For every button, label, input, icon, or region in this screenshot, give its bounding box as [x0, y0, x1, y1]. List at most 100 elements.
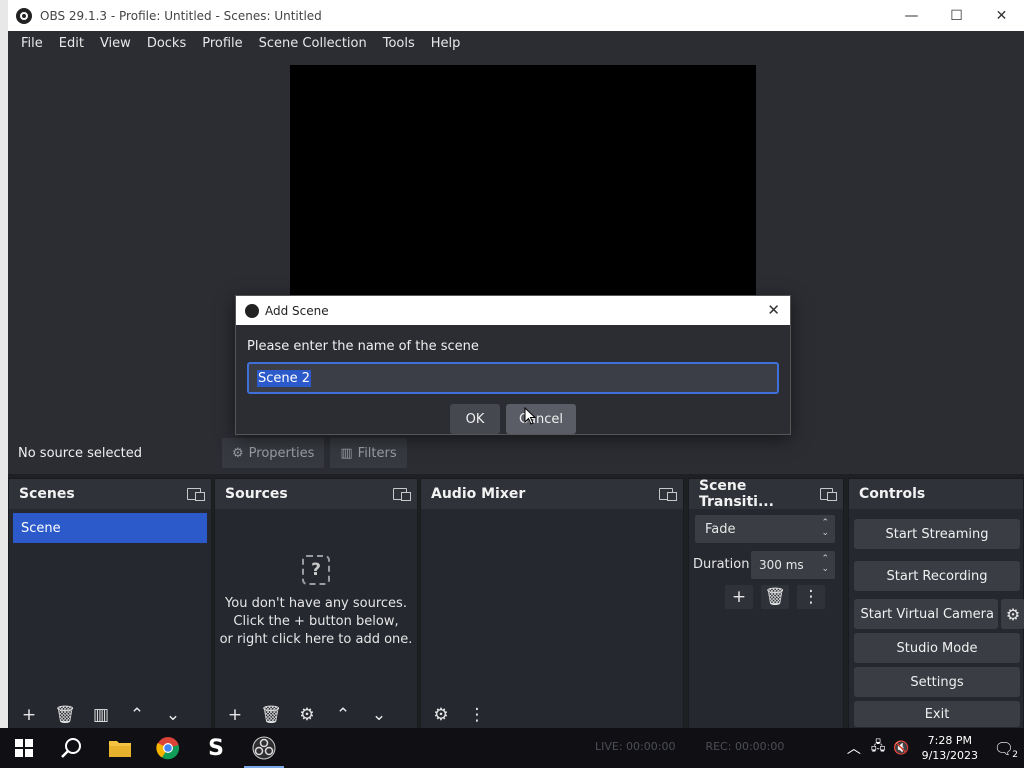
- properties-button[interactable]: ⚙ Properties: [222, 438, 325, 468]
- notifications-button[interactable]: 🗨 2: [984, 738, 1024, 760]
- menu-help[interactable]: Help: [423, 36, 469, 51]
- sources-dock[interactable]: Sources ? You don't have any sources. Cl…: [214, 478, 418, 730]
- filters-button[interactable]: ▥ Filters: [330, 438, 407, 468]
- start-virtual-camera-label: Start Virtual Camera: [860, 606, 994, 622]
- remove-scene-button[interactable]: 🗑: [51, 703, 79, 727]
- clock-date: 9/13/2023: [921, 749, 978, 762]
- scenes-title: Scenes: [19, 486, 75, 502]
- trash-icon: 🗑: [54, 705, 76, 725]
- undock-icon[interactable]: [659, 488, 677, 501]
- move-source-down-button[interactable]: ⌄: [365, 703, 393, 727]
- add-transition-button[interactable]: +: [725, 585, 753, 609]
- sources-title: Sources: [225, 486, 288, 502]
- start-streaming-button[interactable]: Start Streaming: [854, 519, 1020, 549]
- close-button[interactable]: ✕: [979, 0, 1024, 31]
- duration-spinbox[interactable]: 300 ms ⌃ ⌄: [751, 551, 835, 579]
- move-scene-up-button[interactable]: ⌃: [123, 703, 151, 727]
- dialog-close-button[interactable]: ✕: [767, 301, 780, 319]
- dialog-titlebar: Add Scene ✕: [236, 296, 790, 325]
- dialog-title: Add Scene: [265, 303, 329, 318]
- desktop-edge: [0, 0, 8, 728]
- menu-edit[interactable]: Edit: [51, 36, 92, 51]
- add-source-button[interactable]: +: [221, 703, 249, 727]
- plus-icon: +: [227, 705, 243, 725]
- move-source-up-button[interactable]: ⌃: [329, 703, 357, 727]
- properties-label: Properties: [248, 445, 315, 461]
- file-explorer-taskbar-button[interactable]: [96, 728, 144, 768]
- volume-muted-icon[interactable]: 🔇: [893, 741, 909, 756]
- audio-menu-button[interactable]: ⋮: [463, 703, 491, 727]
- audio-mixer-title: Audio Mixer: [431, 486, 526, 502]
- undock-icon[interactable]: [819, 488, 838, 501]
- filter-icon: ▥: [340, 445, 353, 461]
- empty-sources-message: ? You don't have any sources. Click the …: [215, 555, 417, 649]
- system-clock[interactable]: 7:28 PM 9/13/2023: [922, 733, 978, 763]
- ok-button[interactable]: OK: [450, 404, 500, 434]
- undock-icon[interactable]: [393, 488, 411, 501]
- maximize-button[interactable]: ☐: [934, 0, 979, 31]
- chevron-down-icon: ⌄: [165, 705, 181, 725]
- menu-bar: File Edit View Docks Profile Scene Colle…: [8, 31, 1024, 56]
- menu-docks[interactable]: Docks: [139, 36, 194, 51]
- search-taskbar-button[interactable]: [48, 728, 96, 768]
- menu-view[interactable]: View: [92, 36, 139, 51]
- scene-filters-button[interactable]: ▥: [87, 703, 115, 727]
- dialog-prompt: Please enter the name of the scene: [247, 339, 479, 354]
- remove-source-button[interactable]: 🗑: [257, 703, 285, 727]
- transition-menu-button[interactable]: ⋮: [797, 585, 825, 609]
- obs-taskbar-button[interactable]: [240, 728, 288, 768]
- scene-list-item[interactable]: Scene: [13, 513, 207, 543]
- gear-icon: ⚙: [299, 705, 315, 725]
- notification-icon: 🗨: [993, 738, 1015, 758]
- updown-arrows-icon: ⌃ ⌄: [821, 518, 829, 538]
- virtual-camera-settings-button[interactable]: ⚙: [1001, 599, 1024, 629]
- undock-icon[interactable]: [187, 488, 205, 501]
- start-virtual-camera-button[interactable]: Start Virtual Camera: [854, 599, 998, 629]
- controls-dock: Controls Start Streaming Start Recording…: [848, 478, 1024, 730]
- move-scene-down-button[interactable]: ⌄: [159, 703, 187, 727]
- audio-mixer-dock: Audio Mixer ⚙ ⋮: [420, 478, 684, 730]
- transition-select[interactable]: Fade ⌃ ⌄: [695, 515, 835, 543]
- cancel-button[interactable]: Cancel: [506, 404, 576, 434]
- add-scene-button[interactable]: +: [15, 703, 43, 727]
- chrome-taskbar-button[interactable]: [144, 728, 192, 768]
- gear-icon: ⚙: [1005, 604, 1021, 624]
- plus-icon: +: [731, 587, 747, 607]
- menu-profile[interactable]: Profile: [194, 36, 250, 51]
- menu-file[interactable]: File: [13, 36, 51, 51]
- window-title: OBS 29.1.3 - Profile: Untitled - Scenes:…: [40, 8, 322, 23]
- clock-time: 7:28 PM: [927, 734, 972, 747]
- duration-value: 300 ms: [759, 558, 804, 572]
- advanced-audio-button[interactable]: ⚙: [427, 703, 455, 727]
- duration-label: Duration: [693, 557, 750, 572]
- plus-icon: +: [21, 705, 37, 725]
- kebab-menu-icon: ⋮: [802, 587, 820, 607]
- gear-icon: ⚙: [232, 445, 244, 461]
- scenes-dock: Scenes Scene + 🗑 ▥ ⌃ ⌄: [8, 478, 212, 730]
- obs-icon: [252, 736, 276, 760]
- source-properties-button[interactable]: ⚙: [293, 703, 321, 727]
- menu-tools[interactable]: Tools: [375, 36, 423, 51]
- window-titlebar: OBS 29.1.3 - Profile: Untitled - Scenes:…: [8, 0, 1024, 31]
- obs-status-bar: LIVE: 00:00:00 REC: 00:00:00: [595, 740, 784, 753]
- settings-button[interactable]: Settings: [854, 667, 1020, 697]
- remove-transition-button[interactable]: 🗑: [761, 585, 789, 609]
- selected-input-text: Scene 2: [257, 369, 312, 387]
- gears-icon: ⚙: [433, 705, 449, 725]
- minimize-button[interactable]: —: [889, 0, 934, 31]
- start-recording-button[interactable]: Start Recording: [854, 561, 1020, 591]
- chevron-up-icon[interactable]: ︿: [847, 738, 861, 758]
- studio-mode-button[interactable]: Studio Mode: [854, 633, 1020, 663]
- network-icon[interactable]: 🖧: [871, 737, 886, 759]
- preview-canvas[interactable]: [290, 65, 756, 305]
- empty-line-1: You don't have any sources.: [225, 596, 407, 611]
- chevron-up-icon: ⌃: [129, 705, 145, 725]
- scene-name-input[interactable]: Scene 2: [247, 362, 779, 394]
- s-app-icon: S: [208, 735, 224, 761]
- chevron-up-icon: ⌃: [335, 705, 351, 725]
- s-app-taskbar-button[interactable]: S: [192, 728, 240, 768]
- exit-button[interactable]: Exit: [854, 701, 1020, 727]
- spinner-arrows-icon[interactable]: ⌃ ⌄: [821, 554, 829, 574]
- menu-scene-collection[interactable]: Scene Collection: [251, 36, 375, 51]
- start-button[interactable]: [0, 728, 48, 768]
